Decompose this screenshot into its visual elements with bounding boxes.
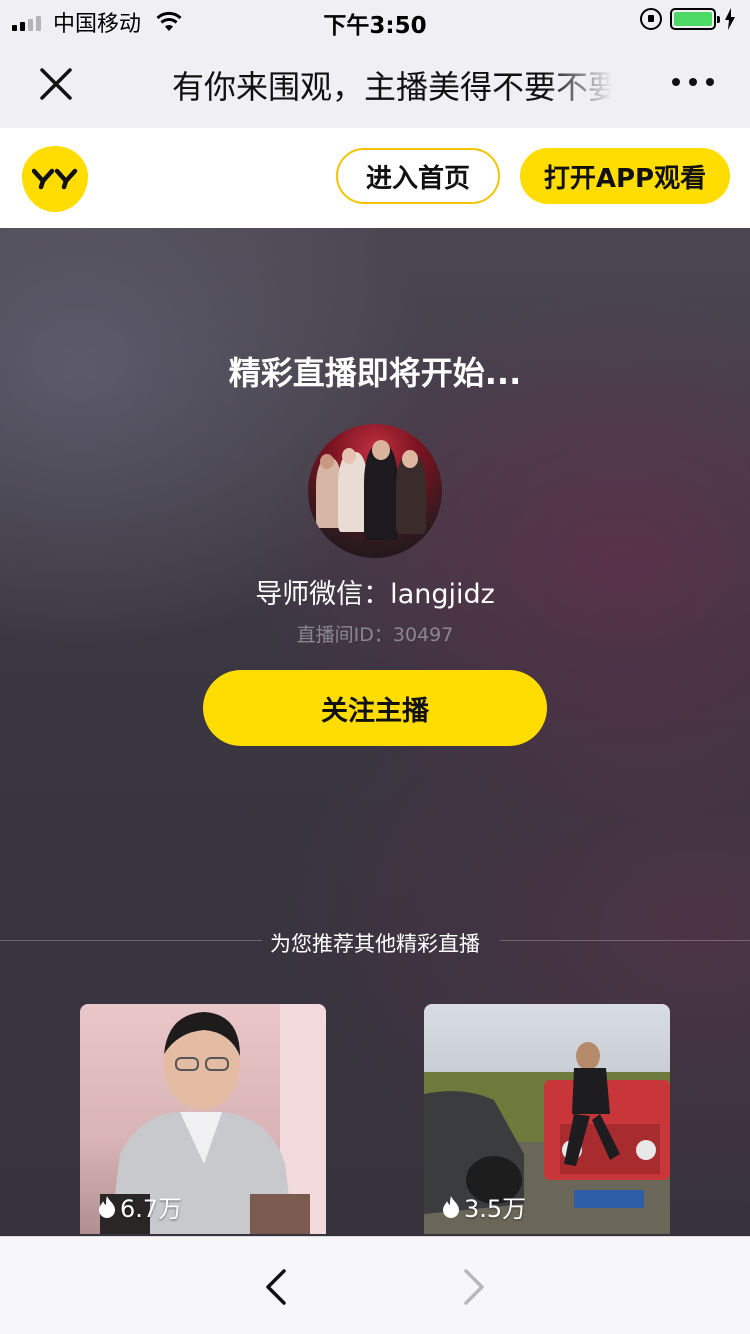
status-bar: 中国移动 下午3:50 xyxy=(0,0,750,40)
anchor-name: 导师微信：langjidz xyxy=(255,579,495,610)
enter-home-button[interactable]: 进入首页 xyxy=(336,148,500,204)
page-title: 有你来围观，主播美得不要不要的 xyxy=(172,68,612,106)
follow-anchor-button[interactable]: 关注主播 xyxy=(203,670,547,746)
app-header: 进入首页 打开APP观看 xyxy=(0,128,750,228)
battery-icon xyxy=(670,8,720,30)
more-options-button[interactable] xyxy=(672,78,714,86)
orientation-lock-icon xyxy=(640,8,662,30)
avatar-figure xyxy=(320,454,334,469)
avatar-figure xyxy=(372,440,390,460)
live-status-text: 精彩直播即将开始... xyxy=(228,354,522,392)
recommend-title: 为您推荐其他精彩直播 xyxy=(270,932,480,956)
yy-logo-mark xyxy=(32,168,78,190)
heat-count: 3.5万 xyxy=(442,1189,526,1224)
battery-fill xyxy=(674,12,712,26)
charging-icon xyxy=(725,8,735,30)
flame-icon xyxy=(443,1195,459,1218)
room-id: 直播间ID：30497 xyxy=(296,624,454,646)
flame-icon xyxy=(99,1195,115,1218)
heat-count: 6.7万 xyxy=(98,1189,182,1224)
dot-icon xyxy=(672,78,680,86)
forward-arrow-icon[interactable] xyxy=(460,1267,488,1307)
dot-icon xyxy=(706,78,714,86)
browser-toolbar xyxy=(0,1236,750,1334)
status-bar-right xyxy=(640,8,736,30)
status-time: 下午3:50 xyxy=(323,13,427,39)
heat-value: 3.5万 xyxy=(464,1195,527,1223)
nav-bar: 有你来围观，主播美得不要不要的 xyxy=(0,40,750,128)
back-arrow-icon[interactable] xyxy=(262,1267,290,1307)
yy-logo[interactable] xyxy=(22,146,88,212)
recommend-card[interactable]: 6.7万 xyxy=(80,1004,326,1234)
avatar-figure xyxy=(402,450,418,468)
recommend-card[interactable]: 3.5万 xyxy=(424,1004,670,1234)
heat-value: 6.7万 xyxy=(120,1195,183,1223)
live-room-stage: 精彩直播即将开始... 导师微信：langjidz 直播间ID：30497 关注… xyxy=(0,228,750,1236)
close-icon[interactable] xyxy=(36,64,76,104)
anchor-avatar[interactable] xyxy=(308,424,442,558)
dot-icon xyxy=(689,78,697,86)
avatar-figure xyxy=(342,448,356,464)
open-app-button[interactable]: 打开APP观看 xyxy=(520,148,730,204)
